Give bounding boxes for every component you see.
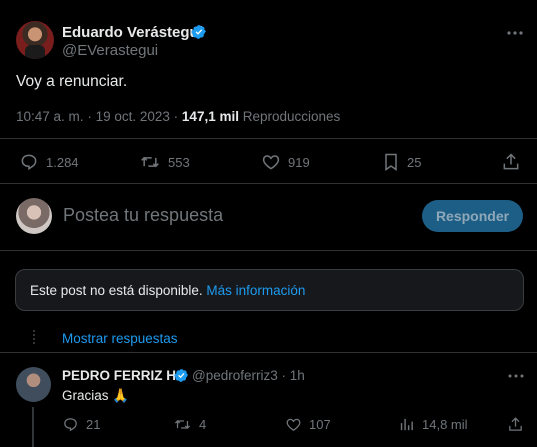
more-info-link[interactable]: Más información [206,283,305,298]
tweet-meta: 10:47 a. m. · 19 oct. 2023 · 147,1 mil R… [16,109,340,124]
more-icon[interactable] [506,368,526,384]
tweet-time[interactable]: 10:47 a. m. [16,109,84,124]
divider [0,250,537,251]
reply-retweet-action[interactable]: 4 [173,416,206,433]
like-action[interactable]: 919 [261,152,310,172]
unavailable-text: Este post no está disponible. [30,283,203,298]
reply-author-avatar[interactable] [16,367,51,402]
retweet-icon [173,416,192,433]
retweet-action[interactable]: 553 [139,152,190,172]
reply-count: 1.284 [46,154,79,170]
bookmark-icon [382,152,400,172]
meta-separator: · [173,109,179,124]
unavailable-post-notice: Este post no está disponible. Más inform… [15,269,524,311]
meta-separator: · [87,109,92,124]
author-name[interactable]: Eduardo Verástegui [62,24,203,41]
reply-retweet-count: 4 [199,417,207,432]
user-avatar[interactable] [16,198,52,234]
author-avatar[interactable] [16,21,54,59]
reply-share-action[interactable] [507,416,524,433]
views-count: 147,1 mil [181,109,239,124]
views-label: Reproducciones [242,109,341,124]
retweet-count: 553 [168,154,190,170]
bookmark-count: 25 [407,154,422,170]
views-icon [398,416,415,433]
reply-icon [62,416,79,433]
reply-reply-action[interactable]: 21 [62,416,100,433]
like-icon [261,152,281,172]
share-action[interactable] [501,152,521,172]
reply-reply-count: 21 [86,417,101,432]
verified-badge-icon [174,368,189,383]
reply-author-handle[interactable]: @pedroferriz3 · 1h [192,368,305,383]
share-icon [507,416,524,433]
reply-icon [19,152,39,172]
share-icon [501,152,521,172]
reply-views-count: 14,8 mil [422,417,468,432]
divider [0,352,537,353]
reply-input[interactable]: Postea tu respuesta [63,205,223,226]
reply-author-name[interactable]: PEDRO FERRIZ H [62,368,176,383]
reply-button[interactable]: Responder [422,200,523,232]
reply-action[interactable]: 1.284 [19,152,79,172]
show-replies-link[interactable]: Mostrar respuestas [62,331,178,346]
bookmark-action[interactable]: 25 [382,152,421,172]
divider [0,138,537,139]
thread-connector [33,330,35,344]
verified-badge-icon [191,24,207,40]
author-handle[interactable]: @EVerastegui [62,42,158,59]
more-icon[interactable] [504,24,526,42]
reply-text: Gracias 🙏 [62,388,130,403]
divider [0,183,537,184]
tweet-text: Voy a renunciar. [16,73,128,90]
reply-like-count: 107 [309,417,331,432]
thread-line [32,407,34,447]
like-count: 919 [288,154,310,170]
tweet-date[interactable]: 19 oct. 2023 [96,109,170,124]
reply-views-action[interactable]: 14,8 mil [398,416,468,433]
reply-like-action[interactable]: 107 [285,416,331,433]
retweet-icon [139,152,161,172]
like-icon [285,416,302,433]
